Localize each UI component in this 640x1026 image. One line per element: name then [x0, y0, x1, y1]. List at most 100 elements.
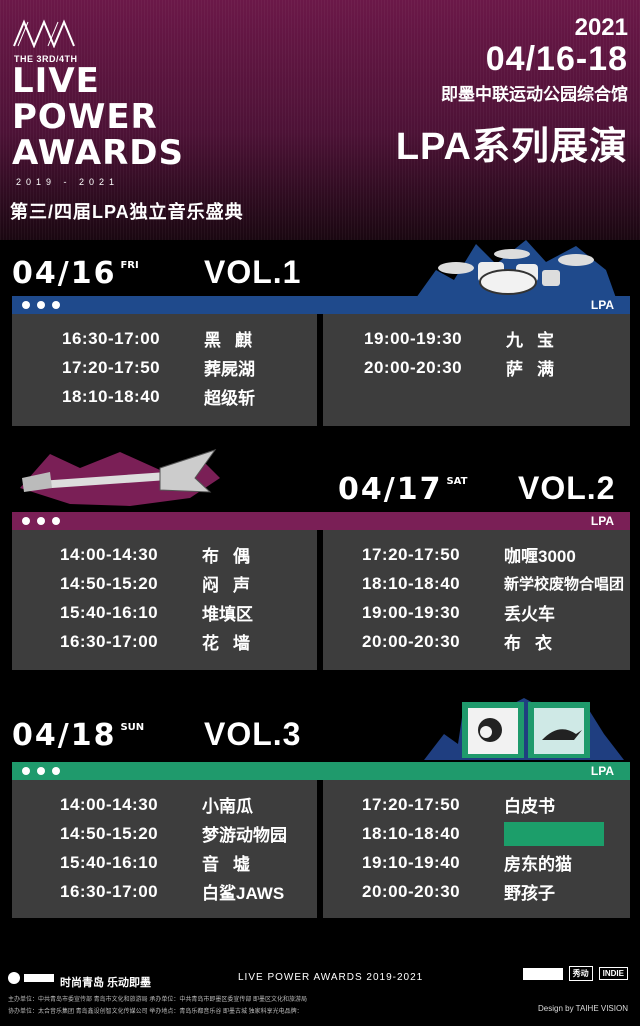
slot-time: 20:00-20:30: [362, 881, 461, 901]
day-of-week: SUN: [120, 722, 145, 733]
day-section-1: 04/16 FRI VOL.1 LPA 16:30-17:00 黑麒 17:20-1…: [0, 240, 640, 430]
band-name: 白鲨JAWS: [202, 884, 285, 903]
day-header-bar: LPA: [12, 762, 630, 780]
slot-time: 19:00-19:30: [364, 328, 463, 348]
band-name: 布衣: [504, 634, 566, 653]
band-name: 小南瓜: [202, 797, 253, 816]
event-date-range: 04/16-18: [485, 40, 628, 78]
slot-time: 14:00-14:30: [60, 794, 159, 814]
drum-kit-icon: [416, 240, 616, 298]
schedule-row: 16:30-17:00 花墙: [60, 627, 264, 656]
day-date: 04/18 SUN: [12, 718, 154, 753]
schedule-row: 16:30-17:00 白鲨JAWS: [60, 877, 287, 906]
event-chinese-title: 第三/四届LPA独立音乐盛典: [10, 202, 244, 222]
schedule-right-column: 19:00-19:30 九宝 20:00-20:30 萨满: [364, 324, 568, 382]
slot-time: 16:30-17:00: [60, 631, 159, 651]
partner-logo-indie: INDIE: [598, 967, 628, 980]
panel-divider: [317, 780, 323, 918]
bar-label: LPA: [590, 764, 614, 778]
band-name: 野孩子: [504, 884, 555, 903]
logo-years: 2019 - 2021: [16, 177, 120, 187]
schedule-row: 20:00-20:30 布衣: [362, 627, 624, 656]
slot-time: 16:30-17:00: [60, 881, 159, 901]
schedule-row: 20:00-20:30 野孩子: [362, 877, 604, 906]
schedule-row: 16:30-17:00 黑麒: [62, 324, 266, 353]
schedule-row: 19:10-19:40 房东的猫: [362, 848, 604, 877]
day-date-text: 04/16: [12, 256, 117, 291]
day-of-week: SAT: [446, 476, 468, 487]
slot-time: 17:20-17:50: [362, 794, 461, 814]
band-name: 葬屍湖: [204, 360, 255, 379]
partner-logo-icon: [522, 967, 563, 980]
dots-icon: [22, 301, 60, 309]
schedule-row: 20:00-20:30 萨满: [364, 353, 568, 382]
schedule-row: 18:10-18:40: [362, 819, 604, 848]
dots-icon: [22, 767, 60, 775]
footer: 时尚青岛 乐动即墨 LIVE POWER AWARDS 2019-2021 秀动…: [0, 962, 640, 1026]
band-name: 超级斩: [204, 389, 255, 408]
event-year: 2021: [574, 14, 628, 41]
schedule-row: 14:00-14:30 小南瓜: [60, 790, 287, 819]
band-name: 萨满: [506, 360, 568, 379]
slot-time: 19:10-19:40: [362, 852, 461, 872]
logo-line-2: POWER: [12, 97, 158, 137]
panel-divider: [317, 530, 323, 670]
band-name: 咖喱3000: [504, 547, 576, 566]
schedule-right-column: 17:20-17:50 咖喱3000 18:10-18:40 新学校废物合唱团 19…: [362, 540, 624, 656]
schedule-left-column: 14:00-14:30 小南瓜 14:50-15:20 梦游动物园 15:40-16…: [60, 790, 287, 906]
slot-time: 17:20-17:50: [62, 357, 161, 377]
schedule-row: 14:50-15:20 闷声: [60, 569, 264, 598]
slot-time: 14:50-15:20: [60, 573, 159, 593]
slot-time: 15:40-16:10: [60, 602, 159, 622]
band-name: 九宝: [506, 331, 568, 350]
lpa-logo-icon: [13, 19, 75, 48]
day-section-3: 04/18 SUN VOL.3 LPA 14:00-14:30 小南瓜 14:50-…: [0, 694, 640, 920]
band-name: 堆填区: [202, 605, 253, 624]
band-name: 闷声: [202, 576, 264, 595]
slot-time: 16:30-17:00: [62, 328, 161, 348]
guitar-icon: [20, 449, 220, 506]
panel-divider: [317, 314, 323, 426]
band-name: 梦游动物园: [202, 826, 287, 845]
schedule-row: 17:20-17:50 白皮书: [362, 790, 604, 819]
slot-time: 15:40-16:10: [60, 852, 159, 872]
schedule-right-column: 17:20-17:50 白皮书 18:10-18:40 19:10-19:40 房东…: [362, 790, 604, 906]
schedule-panel: 14:00-14:30 布偶 14:50-15:20 闷声 15:40-16:10 堆…: [12, 530, 630, 670]
slot-time: 20:00-20:30: [364, 357, 463, 377]
day-volume: VOL.2: [518, 470, 616, 506]
slot-time: 14:00-14:30: [60, 544, 159, 564]
schedule-row: 19:00-19:30 丢火车: [362, 598, 624, 627]
bar-label: LPA: [590, 298, 614, 312]
header: THE 3RD/4TH LIVE POWER AWARDS 2019 - 202…: [0, 0, 640, 240]
band-name: 丢火车: [504, 605, 555, 624]
day-volume: VOL.1: [204, 254, 302, 290]
schedule-row: 15:40-16:10 堆填区: [60, 598, 264, 627]
footer-organizers: 主办单位：中共青岛市委宣传部 青岛市文化和旅游局 承办单位：中共青岛市即墨区委宣…: [8, 997, 308, 1003]
schedule-left-column: 16:30-17:00 黑麒 17:20-17:50 葬屍湖 18:10-18:40…: [62, 324, 266, 411]
band-name: 布偶: [202, 547, 264, 566]
band-name: 房东的猫: [504, 855, 572, 874]
footer-logos: 秀动 INDIE: [522, 966, 628, 981]
band-name: 黑麒: [204, 331, 266, 350]
day-date-text: 04/17: [338, 472, 443, 507]
schedule-row: 18:10-18:40 超级斩: [62, 382, 266, 411]
band-name: 白皮书: [504, 797, 555, 816]
day-date-text: 04/18: [12, 718, 117, 753]
redacted-band-block: [504, 821, 604, 846]
schedule-left-column: 14:00-14:30 布偶 14:50-15:20 闷声 15:40-16:10 堆…: [60, 540, 264, 656]
schedule-row: 17:20-17:50 咖喱3000: [362, 540, 624, 569]
book-art-icon: [424, 698, 624, 760]
slot-time: 18:10-18:40: [62, 386, 161, 406]
day-date: 04/16 FRI: [12, 256, 149, 291]
day-volume: VOL.3: [204, 716, 302, 752]
schedule-row: 17:20-17:50 葬屍湖: [62, 353, 266, 382]
schedule-row: 14:50-15:20 梦游动物园: [60, 819, 287, 848]
schedule-panel: 16:30-17:00 黑麒 17:20-17:50 葬屍湖 18:10-18:40…: [12, 314, 630, 426]
schedule-panel: 14:00-14:30 小南瓜 14:50-15:20 梦游动物园 15:40-16…: [12, 780, 630, 918]
schedule-row: 19:00-19:30 九宝: [364, 324, 568, 353]
event-venue: 即墨中联运动公园综合馆: [441, 85, 628, 104]
footer-event-name: LIVE POWER AWARDS 2019-2021: [238, 972, 424, 983]
day-date: 04/17 SAT: [338, 472, 477, 507]
schedule-row: 14:00-14:30 布偶: [60, 540, 264, 569]
footer-slogan: 时尚青岛 乐动即墨: [60, 977, 152, 989]
